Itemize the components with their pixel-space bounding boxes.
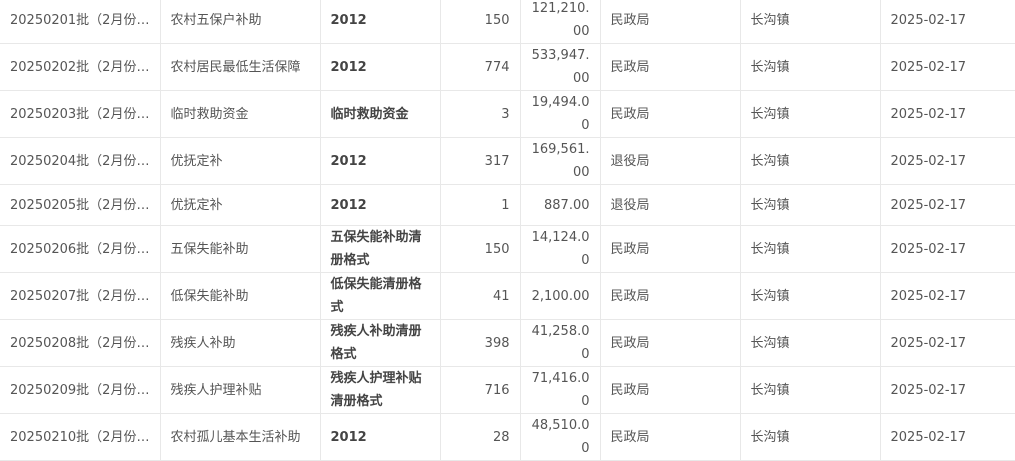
subsidy-item-cell: 农村孤儿基本生活补助 bbox=[160, 413, 321, 461]
person-count-cell: 28 bbox=[440, 413, 521, 461]
subsidy-batch-table: 20250201批（2月份特… 农村五保户补助 2012 150 121,210… bbox=[0, 0, 1015, 461]
subsidy-item-cell: 低保失能补助 bbox=[160, 272, 321, 320]
person-count-cell: 150 bbox=[440, 0, 521, 44]
format-cell: 2012 bbox=[320, 137, 441, 185]
date-cell: 2025-02-17 bbox=[880, 137, 1015, 185]
town-cell: 长沟镇 bbox=[740, 137, 881, 185]
town-cell: 长沟镇 bbox=[740, 366, 881, 414]
format-cell: 残疾人护理补贴清册格式 bbox=[320, 366, 441, 414]
date-cell: 2025-02-17 bbox=[880, 413, 1015, 461]
town-cell: 长沟镇 bbox=[740, 43, 881, 91]
batch-name-cell: 20250209批（2月份重… bbox=[0, 366, 161, 414]
table-row[interactable]: 20250203批（2月份临… 临时救助资金 临时救助资金 3 19,494.0… bbox=[0, 90, 1015, 138]
batch-name-cell: 20250207批（2月份低… bbox=[0, 272, 161, 320]
town-cell: 长沟镇 bbox=[740, 0, 881, 44]
subsidy-item-cell: 临时救助资金 bbox=[160, 90, 321, 138]
amount-cell: 19,494.00 bbox=[520, 90, 601, 138]
person-count-cell: 398 bbox=[440, 319, 521, 367]
town-cell: 长沟镇 bbox=[740, 272, 881, 320]
batch-name-cell: 20250203批（2月份临… bbox=[0, 90, 161, 138]
table-row[interactable]: 20250209批（2月份重… 残疾人护理补贴 残疾人护理补贴清册格式 716 … bbox=[0, 366, 1015, 414]
table-row[interactable]: 20250208批（2月份困… 残疾人补助 残疾人补助清册格式 398 41,2… bbox=[0, 319, 1015, 367]
department-cell: 民政局 bbox=[600, 90, 741, 138]
town-cell: 长沟镇 bbox=[740, 184, 881, 226]
table-row[interactable]: 20250210批（2月份孤… 农村孤儿基本生活补助 2012 28 48,51… bbox=[0, 413, 1015, 461]
date-cell: 2025-02-17 bbox=[880, 90, 1015, 138]
format-cell: 残疾人补助清册格式 bbox=[320, 319, 441, 367]
amount-cell: 14,124.00 bbox=[520, 225, 601, 273]
amount-cell: 121,210.00 bbox=[520, 0, 601, 44]
batch-name-cell: 20250210批（2月份孤… bbox=[0, 413, 161, 461]
subsidy-item-cell: 农村五保户补助 bbox=[160, 0, 321, 44]
subsidy-item-cell: 五保失能补助 bbox=[160, 225, 321, 273]
amount-cell: 41,258.00 bbox=[520, 319, 601, 367]
department-cell: 退役局 bbox=[600, 137, 741, 185]
subsidy-item-cell: 优抚定补 bbox=[160, 137, 321, 185]
town-cell: 长沟镇 bbox=[740, 225, 881, 273]
person-count-cell: 716 bbox=[440, 366, 521, 414]
amount-cell: 533,947.00 bbox=[520, 43, 601, 91]
department-cell: 民政局 bbox=[600, 272, 741, 320]
amount-cell: 169,561.00 bbox=[520, 137, 601, 185]
date-cell: 2025-02-17 bbox=[880, 366, 1015, 414]
table-row[interactable]: 20250201批（2月份特… 农村五保户补助 2012 150 121,210… bbox=[0, 0, 1015, 44]
format-cell: 临时救助资金 bbox=[320, 90, 441, 138]
date-cell: 2025-02-17 bbox=[880, 43, 1015, 91]
amount-cell: 48,510.00 bbox=[520, 413, 601, 461]
format-cell: 2012 bbox=[320, 413, 441, 461]
person-count-cell: 3 bbox=[440, 90, 521, 138]
format-cell: 2012 bbox=[320, 0, 441, 44]
format-cell: 五保失能补助清册格式 bbox=[320, 225, 441, 273]
table-row[interactable]: 20250205批（2月份优… 优抚定补 2012 1 887.00 退役局 长… bbox=[0, 184, 1015, 226]
format-cell: 2012 bbox=[320, 43, 441, 91]
town-cell: 长沟镇 bbox=[740, 90, 881, 138]
date-cell: 2025-02-17 bbox=[880, 184, 1015, 226]
amount-cell: 887.00 bbox=[520, 184, 601, 226]
table-row[interactable]: 20250204批（2月份优… 优抚定补 2012 317 169,561.00… bbox=[0, 137, 1015, 185]
person-count-cell: 41 bbox=[440, 272, 521, 320]
date-cell: 2025-02-17 bbox=[880, 319, 1015, 367]
department-cell: 民政局 bbox=[600, 366, 741, 414]
subsidy-item-cell: 农村居民最低生活保障 bbox=[160, 43, 321, 91]
department-cell: 民政局 bbox=[600, 413, 741, 461]
subsidy-item-cell: 残疾人补助 bbox=[160, 319, 321, 367]
department-cell: 民政局 bbox=[600, 319, 741, 367]
department-cell: 退役局 bbox=[600, 184, 741, 226]
person-count-cell: 317 bbox=[440, 137, 521, 185]
table-row[interactable]: 20250207批（2月份低… 低保失能补助 低保失能清册格式 41 2,100… bbox=[0, 272, 1015, 320]
department-cell: 民政局 bbox=[600, 225, 741, 273]
department-cell: 民政局 bbox=[600, 43, 741, 91]
batch-name-cell: 20250206批（2月份分… bbox=[0, 225, 161, 273]
batch-name-cell: 20250205批（2月份优… bbox=[0, 184, 161, 226]
person-count-cell: 150 bbox=[440, 225, 521, 273]
town-cell: 长沟镇 bbox=[740, 319, 881, 367]
format-cell: 2012 bbox=[320, 184, 441, 226]
subsidy-item-cell: 残疾人护理补贴 bbox=[160, 366, 321, 414]
amount-cell: 71,416.00 bbox=[520, 366, 601, 414]
batch-name-cell: 20250204批（2月份优… bbox=[0, 137, 161, 185]
format-cell: 低保失能清册格式 bbox=[320, 272, 441, 320]
batch-name-cell: 20250202批（2月份农… bbox=[0, 43, 161, 91]
subsidy-item-cell: 优抚定补 bbox=[160, 184, 321, 226]
batch-name-cell: 20250201批（2月份特… bbox=[0, 0, 161, 44]
batch-name-cell: 20250208批（2月份困… bbox=[0, 319, 161, 367]
table-row[interactable]: 20250202批（2月份农… 农村居民最低生活保障 2012 774 533,… bbox=[0, 43, 1015, 91]
amount-cell: 2,100.00 bbox=[520, 272, 601, 320]
person-count-cell: 1 bbox=[440, 184, 521, 226]
date-cell: 2025-02-17 bbox=[880, 225, 1015, 273]
town-cell: 长沟镇 bbox=[740, 413, 881, 461]
date-cell: 2025-02-17 bbox=[880, 0, 1015, 44]
department-cell: 民政局 bbox=[600, 0, 741, 44]
table-row[interactable]: 20250206批（2月份分… 五保失能补助 五保失能补助清册格式 150 14… bbox=[0, 225, 1015, 273]
person-count-cell: 774 bbox=[440, 43, 521, 91]
date-cell: 2025-02-17 bbox=[880, 272, 1015, 320]
